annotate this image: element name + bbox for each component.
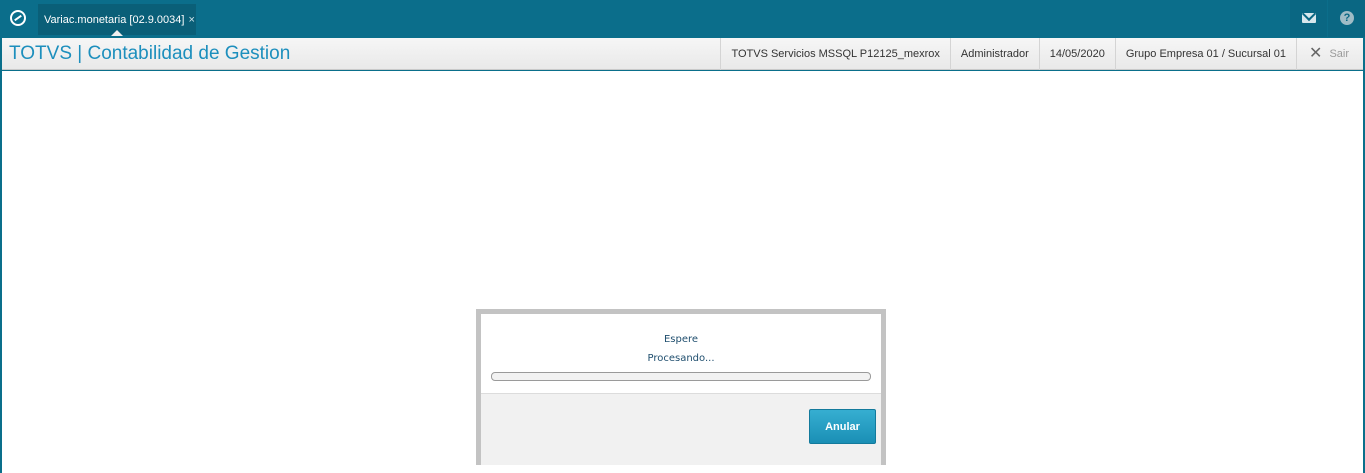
dialog-body: Espere Procesando... [481,314,881,393]
cancel-button[interactable]: Anular [809,409,876,444]
help-button[interactable]: ? [1328,0,1365,37]
company-label[interactable]: Grupo Empresa 01 / Sucursal 01 [1114,38,1296,70]
tab-variac-monetaria[interactable]: Variac.monetaria [02.9.0034] × [38,4,196,36]
close-icon: ✕ [1309,45,1323,62]
mail-button[interactable] [1290,0,1327,37]
tab-label: Variac.monetaria [02.9.0034] [44,13,185,26]
help-icon: ? [1340,11,1354,25]
environment-label[interactable]: TOTVS Servicios MSSQL P12125_mexrox [720,38,949,70]
mail-icon [1302,13,1316,23]
processing-dialog: Espere Procesando... Anular [476,309,886,465]
exit-button[interactable]: ✕ Sair [1296,38,1363,70]
progress-bar [491,372,871,381]
tab-active-caret [111,30,123,36]
dialog-title: Espere [663,334,699,345]
user-label[interactable]: Administrador [949,38,1039,70]
app-header: TOTVS | Contabilidad de Gestion TOTVS Se… [2,38,1363,70]
exit-label: Sair [1329,48,1349,60]
top-bar: Variac.monetaria [02.9.0034] × ? [0,0,1365,37]
date-label[interactable]: 14/05/2020 [1038,38,1115,70]
dialog-footer: Anular [481,393,881,465]
dialog-message: Procesando... [647,353,715,364]
totvs-logo-icon[interactable] [10,10,26,26]
tab-close-icon[interactable]: × [188,14,194,26]
session-info: TOTVS Servicios MSSQL P12125_mexrox Admi… [720,38,1363,70]
page-title: TOTVS | Contabilidad de Gestion [9,43,291,64]
